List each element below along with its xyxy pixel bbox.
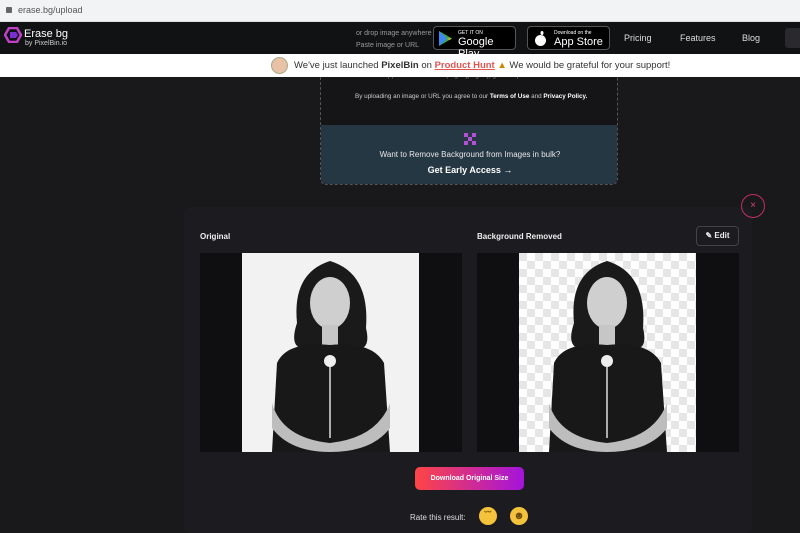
bulk-icon <box>464 133 476 145</box>
address-bar[interactable]: erase.bg/upload <box>0 0 800 22</box>
background-removed-image <box>519 253 696 452</box>
erase-bg-logo-icon[interactable] <box>4 27 22 43</box>
announcement-banner: We've just launched PixelBin on Product … <box>0 54 800 77</box>
privacy-link[interactable]: Privacy Policy. <box>543 93 587 100</box>
sad-face-icon[interactable]: ˘˘ <box>479 507 497 525</box>
background-removed-label: Background Removed <box>477 232 562 241</box>
product-hunt-link[interactable]: Product Hunt <box>435 60 495 71</box>
original-image-box <box>200 253 462 452</box>
download-original-button[interactable]: Download Original Size <box>415 467 524 490</box>
close-button[interactable]: × <box>741 194 765 218</box>
edit-button[interactable]: ✎ Edit <box>696 226 739 246</box>
original-image <box>242 253 419 452</box>
app-store-button[interactable]: Download on the App Store <box>527 26 610 50</box>
url-text: erase.bg/upload <box>18 5 83 15</box>
early-access-link[interactable]: Get Early Access → <box>321 165 617 175</box>
background-removed-image-box <box>477 253 739 452</box>
google-play-icon <box>439 31 452 46</box>
drop-text: or drop image anywhere <box>356 30 432 37</box>
banner-text: We've just launched PixelBin on Product … <box>294 60 671 71</box>
logo-title[interactable]: Erase bg <box>24 28 68 40</box>
pencil-icon: ✎ <box>705 231 713 240</box>
logo-subtitle: by PixelBin.io <box>25 40 68 47</box>
nav-features[interactable]: Features <box>680 33 716 43</box>
nav-pricing[interactable]: Pricing <box>624 33 652 43</box>
original-label: Original <box>200 232 231 241</box>
bulk-text: Want to Remove Background from Images in… <box>379 150 561 159</box>
happy-face-icon[interactable]: ☻ <box>510 507 528 525</box>
mascot-icon <box>271 57 288 74</box>
terms-link[interactable]: Terms of Use <box>490 93 529 100</box>
apple-logo-icon <box>535 31 546 46</box>
paste-text: Paste image or URL <box>356 42 420 49</box>
language-flag-icon[interactable] <box>785 28 800 48</box>
party-popper-icon: ▲ <box>497 60 507 71</box>
lock-icon <box>6 7 12 13</box>
bulk-section: Want to Remove Background from Images in… <box>321 125 617 184</box>
nav-blog[interactable]: Blog <box>742 33 760 43</box>
rate-label: Rate this result: <box>410 513 466 522</box>
terms-text: By uploading an image or URL you agree t… <box>355 93 588 100</box>
google-play-button[interactable]: GET IT ON Google Play <box>433 26 516 60</box>
